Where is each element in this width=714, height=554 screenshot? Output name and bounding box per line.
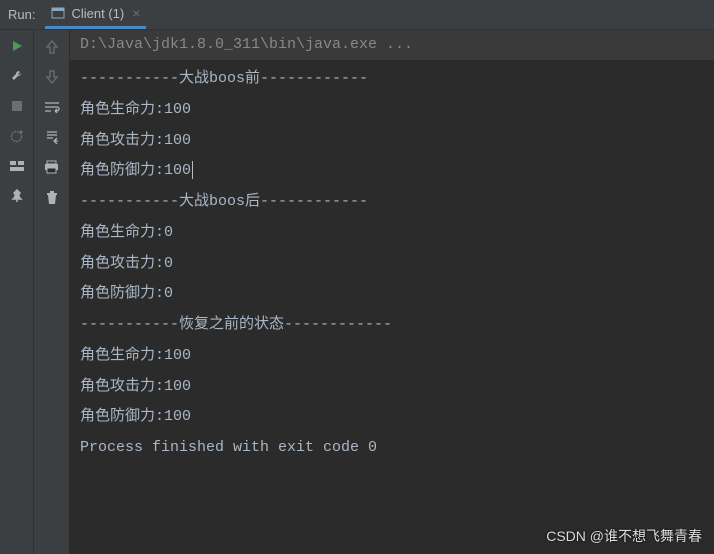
console-line: -----------恢复之前的状态------------: [80, 310, 704, 341]
console-line: 角色防御力:100: [80, 402, 704, 433]
text-caret: [192, 161, 193, 179]
tab-label: Client (1): [71, 6, 124, 21]
console-line: 角色防御力:0: [80, 279, 704, 310]
soft-wrap-icon[interactable]: [43, 98, 61, 116]
console-line: -----------大战boos后------------: [80, 187, 704, 218]
scroll-end-icon[interactable]: [43, 128, 61, 146]
debug-dump-icon[interactable]: [9, 128, 25, 144]
console-line: 角色防御力:100: [80, 156, 704, 187]
rerun-icon[interactable]: [9, 38, 25, 54]
console-toolbar: [34, 30, 70, 554]
console-line: 角色生命力:100: [80, 341, 704, 372]
console-line: Process finished with exit code 0: [80, 433, 704, 464]
console-line: 角色攻击力:0: [80, 249, 704, 280]
left-toolbar: [0, 30, 34, 554]
run-label: Run:: [8, 7, 35, 22]
run-tool-header: Run: Client (1) ×: [0, 0, 714, 30]
main-area: D:\Java\jdk1.8.0_311\bin\java.exe ... --…: [0, 30, 714, 554]
down-arrow-icon[interactable]: [43, 68, 61, 86]
console-output[interactable]: -----------大战boos前------------角色生命力:100角…: [70, 60, 714, 554]
console-panel: D:\Java\jdk1.8.0_311\bin\java.exe ... --…: [70, 30, 714, 554]
application-icon: [51, 6, 65, 20]
watermark-text: CSDN @谁不想飞舞青春: [546, 526, 702, 546]
print-icon[interactable]: [43, 158, 61, 176]
pin-icon[interactable]: [9, 188, 25, 204]
console-line: 角色生命力:0: [80, 218, 704, 249]
console-line: 角色攻击力:100: [80, 372, 704, 403]
layout-icon[interactable]: [9, 158, 25, 174]
console-line: 角色攻击力:100: [80, 126, 704, 157]
close-icon[interactable]: ×: [132, 5, 140, 21]
console-line: 角色生命力:100: [80, 95, 704, 126]
stop-icon[interactable]: [9, 98, 25, 114]
command-line[interactable]: D:\Java\jdk1.8.0_311\bin\java.exe ...: [70, 30, 714, 60]
run-tab-client[interactable]: Client (1) ×: [45, 1, 146, 29]
console-line: -----------大战boos前------------: [80, 64, 704, 95]
trash-icon[interactable]: [43, 188, 61, 206]
wrench-icon[interactable]: [9, 68, 25, 84]
up-arrow-icon[interactable]: [43, 38, 61, 56]
